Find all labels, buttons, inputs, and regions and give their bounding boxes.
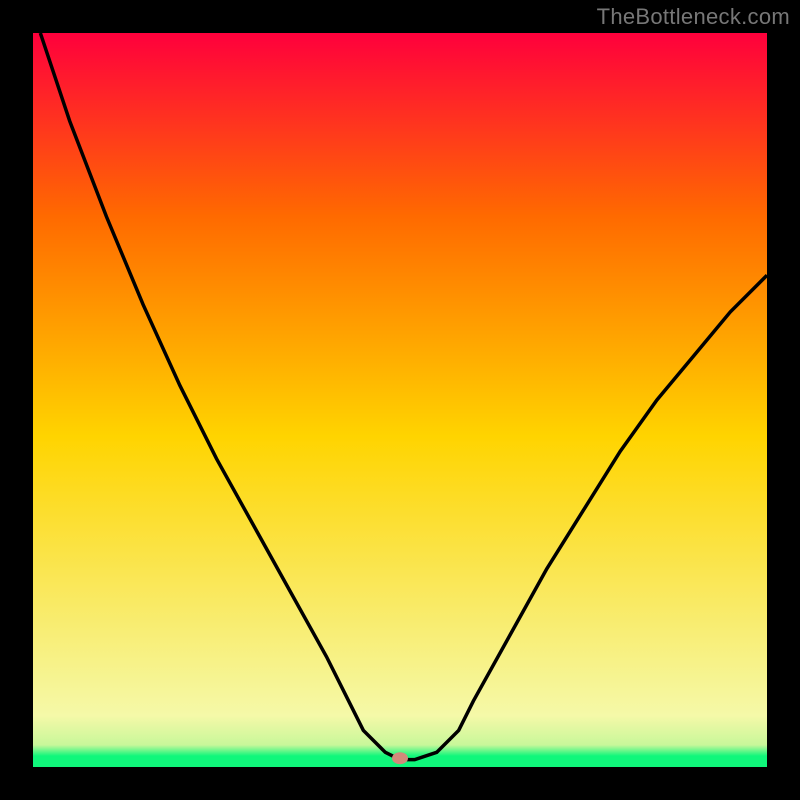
optimum-marker — [392, 752, 408, 764]
attribution-watermark: TheBottleneck.com — [597, 4, 790, 30]
chart-frame: TheBottleneck.com — [0, 0, 800, 800]
bottleneck-curve-chart — [0, 0, 800, 800]
